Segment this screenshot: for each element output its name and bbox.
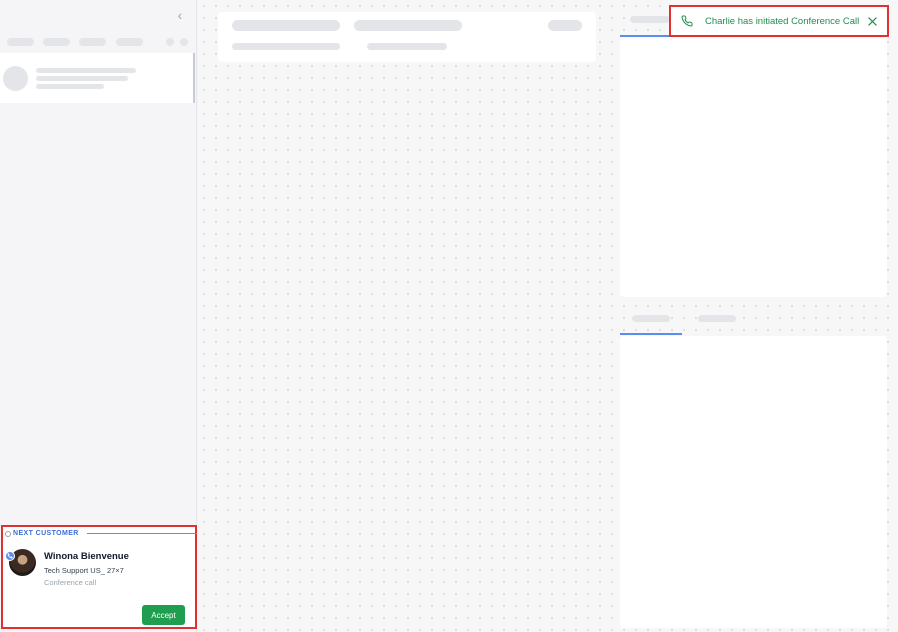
main-workspace — [198, 0, 618, 632]
tab-placeholder[interactable] — [698, 315, 736, 322]
filter-placeholder — [79, 38, 106, 46]
filter-placeholder — [166, 38, 174, 46]
text-placeholder — [548, 20, 582, 31]
phone-icon — [681, 13, 697, 29]
text-placeholder — [232, 43, 340, 50]
chevron-left-icon[interactable]: ‹ — [173, 7, 187, 23]
avatar-placeholder — [3, 66, 28, 91]
filter-placeholder — [180, 38, 188, 46]
text-placeholder — [354, 20, 462, 31]
customer-name: Winona Bienvenue — [44, 551, 129, 562]
content-panel — [620, 336, 887, 628]
pin-icon — [5, 530, 11, 537]
accept-button[interactable]: Accept — [142, 605, 185, 625]
conversation-list-item-placeholder[interactable] — [0, 53, 195, 103]
conference-call-notification: Charlie has initiated Conference Call — [669, 5, 889, 37]
close-icon[interactable] — [865, 14, 879, 28]
text-placeholder — [232, 20, 340, 31]
next-customer-header: NEXT CUSTOMER — [5, 530, 79, 537]
text-placeholder — [367, 43, 447, 50]
text-placeholder — [36, 76, 128, 81]
next-customer-card: NEXT CUSTOMER Winona Bienvenue Tech Supp… — [1, 525, 197, 629]
text-placeholder — [36, 68, 136, 73]
notification-message: Charlie has initiated Conference Call — [705, 15, 860, 27]
filter-placeholder — [7, 38, 34, 46]
active-tab-indicator — [620, 333, 682, 335]
next-customer-label: NEXT CUSTOMER — [13, 530, 79, 537]
text-placeholder — [36, 84, 104, 89]
scrollbar-thumb[interactable] — [193, 53, 195, 103]
tab-placeholder[interactable] — [630, 16, 670, 23]
tab-placeholder[interactable] — [632, 315, 670, 322]
filter-placeholder — [43, 38, 70, 46]
divider — [87, 533, 197, 534]
header-card-placeholder — [218, 12, 596, 62]
customer-queue: Tech Support US_ 27×7 — [44, 566, 124, 575]
details-panel — [620, 38, 887, 297]
right-panel — [618, 0, 898, 632]
phone-badge-icon — [5, 551, 15, 561]
interaction-type: Conference call — [44, 578, 97, 587]
tab-bar-bottom — [620, 304, 888, 335]
filter-placeholder — [116, 38, 143, 46]
